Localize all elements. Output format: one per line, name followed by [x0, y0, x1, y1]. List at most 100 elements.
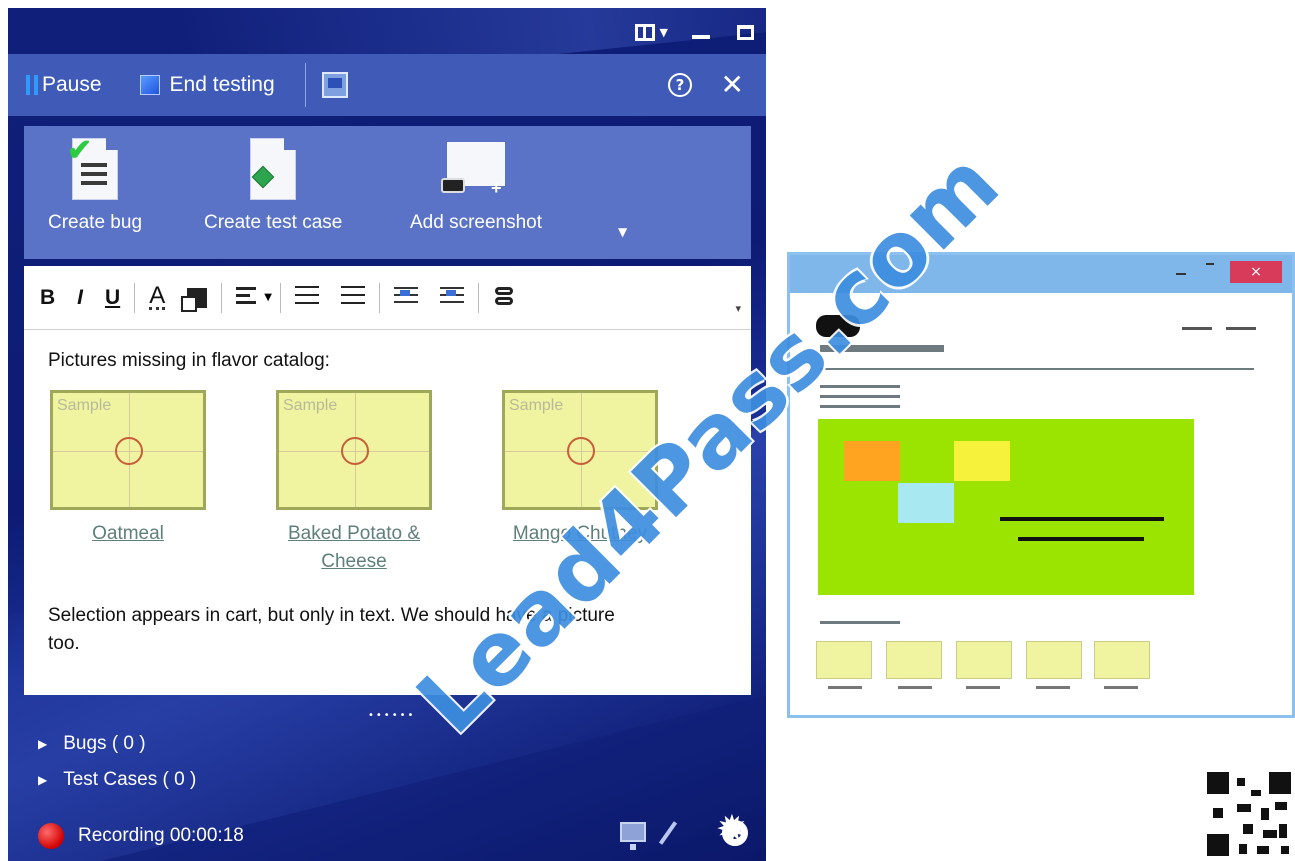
pause-label: Pause — [42, 73, 102, 96]
thumbnail-item: Sample Oatmeal — [48, 390, 208, 548]
numbered-list-icon[interactable] — [340, 285, 365, 310]
product-tile[interactable] — [816, 641, 872, 679]
create-test-case-button[interactable]: Create test case — [204, 138, 342, 234]
thumbnail-link[interactable]: Oatmeal — [48, 520, 208, 548]
tree-item-test-cases[interactable]: ▶ Test Cases ( 0 ) — [38, 762, 196, 798]
product-tile[interactable] — [1026, 641, 1082, 679]
product-tile[interactable] — [1094, 641, 1150, 679]
notes-editor[interactable]: B I U A ▼ ▾ Pictures missing in flavor c… — [24, 266, 751, 695]
tree-item-bugs[interactable]: ▶ Bugs ( 0 ) — [38, 726, 196, 762]
thumbnail-item: Sample Mango Chutney — [500, 390, 660, 548]
thumbnail-link[interactable]: Baked Potato & Cheese — [274, 520, 434, 576]
app-nav-line — [1182, 327, 1212, 330]
expand-arrow-icon[interactable]: ▶ — [38, 773, 47, 787]
highlight-icon[interactable] — [181, 287, 208, 312]
format-divider — [279, 282, 281, 313]
minimize-button[interactable] — [690, 22, 712, 42]
dock-dropdown-icon[interactable]: ▼ — [660, 26, 668, 39]
record-icon[interactable] — [38, 823, 64, 849]
crosshair-icon — [567, 437, 595, 465]
dock-layout-button[interactable] — [634, 22, 656, 42]
stop-icon — [139, 75, 160, 95]
product-tile[interactable] — [956, 641, 1012, 679]
bug-document-icon: ✔ — [67, 134, 118, 200]
bullet-list-icon[interactable] — [294, 285, 319, 310]
bold-button[interactable]: B — [40, 286, 55, 310]
sample-image: Sample — [502, 390, 658, 510]
app-header-bar — [820, 345, 944, 352]
snapshot-icon[interactable] — [321, 72, 348, 98]
app-text-line — [820, 405, 900, 408]
sample-text: Sample — [57, 397, 112, 414]
app-section-line — [820, 621, 900, 624]
splitter-handle[interactable]: •••••• — [368, 710, 415, 721]
create-test-case-label: Create test case — [204, 212, 343, 233]
format-divider — [477, 282, 479, 313]
app-nav-line — [1226, 327, 1256, 330]
close-icon[interactable]: ✕ — [721, 68, 744, 101]
create-bug-button[interactable]: ✔ Create bug — [48, 134, 143, 234]
screenshot-icon: + — [441, 142, 506, 198]
microphone-icon[interactable] — [658, 821, 678, 845]
help-icon[interactable]: ? — [668, 73, 692, 97]
maximize-icon — [736, 24, 754, 40]
note-text: Selection appears in cart, but only in t… — [48, 605, 615, 654]
toolbar-divider — [304, 63, 306, 107]
format-divider — [378, 282, 380, 313]
app-divider — [820, 368, 1254, 370]
app-close-button[interactable]: × — [1230, 261, 1282, 283]
create-bug-label: Create bug — [48, 212, 143, 233]
font-color-button[interactable]: A — [149, 284, 166, 310]
sample-text: Sample — [509, 397, 564, 414]
plus-icon: + — [491, 178, 502, 198]
format-divider — [134, 282, 136, 313]
app-text-line — [820, 385, 900, 388]
hero-text-line — [1000, 517, 1164, 521]
cyan-block — [898, 483, 954, 523]
align-icon[interactable] — [236, 287, 257, 308]
orange-block — [844, 441, 900, 481]
app-maximize-icon[interactable] — [1206, 263, 1214, 265]
end-testing-button[interactable]: End testing — [139, 73, 275, 97]
expand-arrow-icon[interactable]: ▶ — [38, 737, 47, 751]
app-hero-banner — [818, 419, 1194, 595]
editor-content[interactable]: Pictures missing in flavor catalog: Samp… — [24, 330, 751, 678]
sample-text: Sample — [283, 397, 338, 414]
app-under-test-window: × — [787, 252, 1295, 718]
product-tile[interactable] — [886, 641, 942, 679]
hyperlink-icon[interactable] — [493, 285, 515, 311]
crosshair-icon — [341, 437, 369, 465]
monitor-icon[interactable] — [620, 822, 646, 850]
test-cases-label: Test Cases ( 0 ) — [63, 769, 197, 790]
test-case-document-icon — [250, 138, 297, 200]
end-testing-label: End testing — [169, 73, 275, 96]
pause-icon — [26, 75, 38, 95]
yellow-block — [954, 441, 1010, 481]
decrease-indent-icon[interactable] — [393, 287, 418, 308]
format-divider — [221, 282, 223, 313]
tile-caption-line — [1104, 686, 1138, 689]
recording-status: Recording 00:00:18 — [78, 825, 244, 846]
bugs-label: Bugs ( 0 ) — [63, 733, 146, 754]
pause-button[interactable]: Pause — [26, 73, 102, 97]
gem-icon — [251, 165, 275, 189]
dock-icon — [634, 23, 655, 41]
more-options-icon[interactable]: ▾ — [735, 302, 741, 315]
sample-image: Sample — [276, 390, 432, 510]
thumbnail-row: Sample Oatmeal Sample Baked Potato & Che… — [48, 390, 727, 594]
results-tree: ▶ Bugs ( 0 ) ▶ Test Cases ( 0 ) — [38, 726, 196, 798]
maximize-button[interactable] — [734, 22, 756, 42]
action-bar: ✔ Create bug Create test case + Add scre… — [24, 126, 751, 259]
underline-button[interactable]: U — [105, 286, 120, 310]
app-minimize-icon[interactable] — [1176, 273, 1186, 275]
thumbnail-link[interactable]: Mango Chutney — [500, 520, 660, 548]
gear-icon[interactable] — [716, 810, 748, 848]
status-bar: Recording 00:00:18 — [38, 810, 758, 856]
add-screenshot-button[interactable]: + Add screenshot — [410, 138, 542, 234]
align-dropdown-icon[interactable]: ▼ — [264, 292, 272, 303]
increase-indent-icon[interactable] — [439, 287, 464, 308]
italic-button[interactable]: I — [77, 286, 83, 310]
tile-caption-line — [1036, 686, 1070, 689]
app-title-bar: × — [790, 255, 1292, 293]
screenshot-dropdown-icon[interactable]: ▼ — [618, 225, 627, 239]
